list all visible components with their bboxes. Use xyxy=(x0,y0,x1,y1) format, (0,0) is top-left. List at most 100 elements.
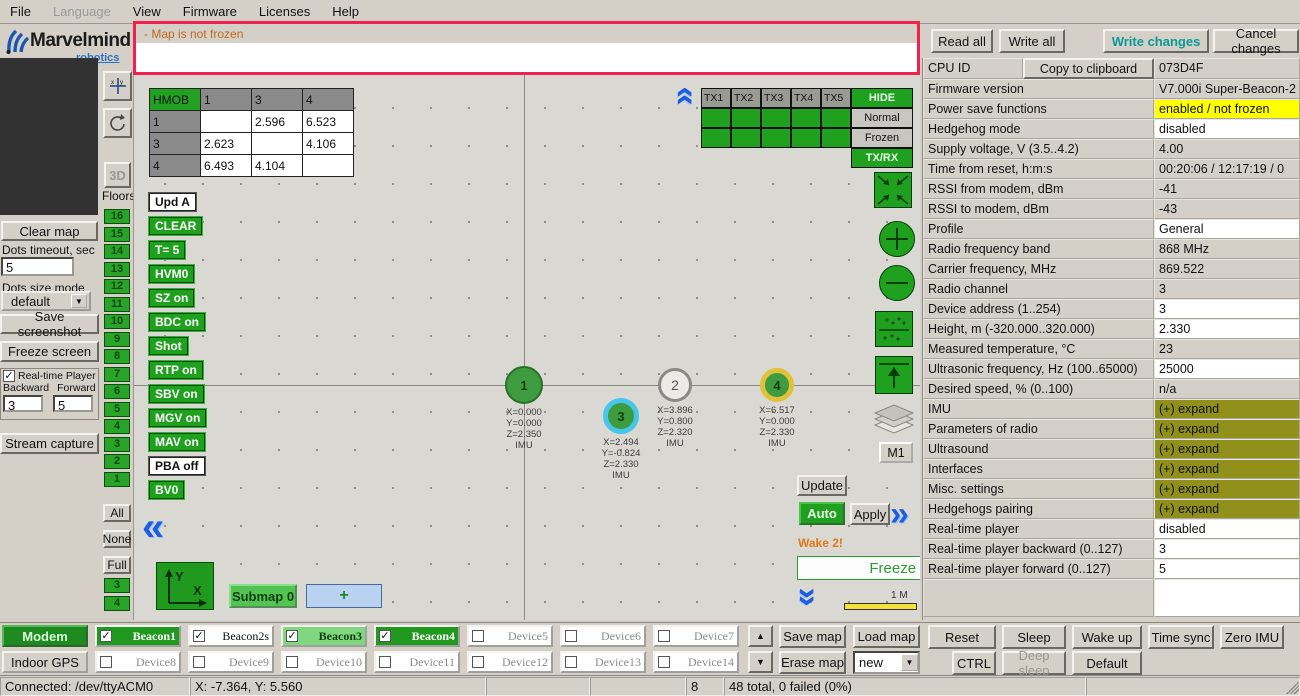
time-sync-button[interactable]: Time sync xyxy=(1148,625,1214,649)
floor-number-1[interactable]: 1 xyxy=(104,471,130,487)
bdc-on-button[interactable]: BDC on xyxy=(148,312,206,332)
device-checkbox[interactable]: ✓ xyxy=(100,630,112,642)
deep-sleep-button[interactable]: Deep sleep xyxy=(1002,648,1066,678)
sleep-button[interactable]: Sleep xyxy=(1002,625,1066,649)
floor-number-11[interactable]: 11 xyxy=(104,296,130,312)
floor-number-10[interactable]: 10 xyxy=(104,314,130,329)
param-value[interactable]: General xyxy=(1154,219,1300,239)
default-button[interactable]: Default xyxy=(1072,651,1142,675)
txrx-button[interactable]: TX/RX xyxy=(851,148,913,168)
menu-item-help[interactable]: Help xyxy=(332,4,359,19)
menu-item-file[interactable]: File xyxy=(10,4,31,19)
wake-up-button[interactable]: Wake up xyxy=(1072,625,1142,649)
bv0-button[interactable]: BV0 xyxy=(147,480,186,500)
tx-cell[interactable] xyxy=(761,108,791,128)
tx-normal-button[interactable]: Normal xyxy=(851,108,913,128)
floors-all-button[interactable]: All xyxy=(103,504,131,522)
sz-on-button[interactable]: SZ on xyxy=(147,288,196,308)
beacon-4[interactable]: 4 xyxy=(760,368,794,402)
apply-button[interactable]: Apply xyxy=(850,503,890,525)
copy-to-clipboard-button[interactable]: Copy to clipboard xyxy=(1023,58,1154,79)
scroll-up-button[interactable]: ▲ xyxy=(748,625,773,647)
axes-tool-button[interactable]: xy xyxy=(103,71,132,101)
floor-number-7[interactable]: 7 xyxy=(104,366,130,382)
chevron-right-icon[interactable]: » xyxy=(890,497,909,531)
device-checkbox[interactable]: ✓ xyxy=(193,630,205,642)
floor-number-5[interactable]: 5 xyxy=(104,401,130,417)
device-checkbox[interactable] xyxy=(658,630,670,642)
3d-view-button[interactable]: 3D xyxy=(104,162,131,188)
tx-hide-button[interactable]: HIDE xyxy=(851,88,913,108)
menu-item-language[interactable]: Language xyxy=(53,4,111,19)
device-checkbox[interactable] xyxy=(472,656,484,668)
param-value[interactable]: 869.522 xyxy=(1154,259,1300,279)
tx-cell[interactable] xyxy=(821,128,851,148)
param-value[interactable]: disabled xyxy=(1154,519,1300,539)
device-checkbox[interactable] xyxy=(193,656,205,668)
param-value[interactable]: 00:20:06 / 12:17:19 / 0 xyxy=(1154,159,1300,179)
shot-button[interactable]: Shot xyxy=(148,336,189,356)
floor-number-8[interactable]: 8 xyxy=(104,349,130,364)
device-checkbox[interactable]: ✓ xyxy=(286,630,298,642)
zoom-in-button[interactable] xyxy=(878,220,916,261)
save-map-button[interactable]: Save map xyxy=(779,625,846,648)
param-value[interactable]: V7.000i Super-Beacon-2 xyxy=(1154,79,1300,99)
chevron-left-icon[interactable]: « xyxy=(142,507,164,547)
floor-number-15[interactable]: 15 xyxy=(104,226,130,242)
device-cell-device6[interactable]: Device6 xyxy=(560,625,646,647)
add-submap-button[interactable]: + xyxy=(306,584,382,608)
device-cell-device9[interactable]: Device9 xyxy=(188,651,274,673)
device-checkbox[interactable] xyxy=(472,630,484,642)
submap-0-button[interactable]: Submap 0 xyxy=(229,584,297,608)
param-value[interactable]: (+) expand xyxy=(1154,499,1300,519)
dots-size-mode-select[interactable]: default ▼ xyxy=(1,291,91,311)
param-value[interactable]: 4.00 xyxy=(1154,139,1300,159)
t-5-button[interactable]: T= 5 xyxy=(147,240,187,260)
device-cell-device7[interactable]: Device7 xyxy=(653,625,739,647)
rotate-tool-button[interactable] xyxy=(103,108,132,138)
floor-number-13[interactable]: 13 xyxy=(104,261,130,277)
device-cell-beacon1[interactable]: ✓ Beacon1 xyxy=(95,625,181,647)
param-value[interactable]: (+) expand xyxy=(1154,459,1300,479)
param-value[interactable]: 23 xyxy=(1154,339,1300,359)
update-button[interactable]: Update xyxy=(797,475,847,496)
param-value[interactable]: enabled / not frozen xyxy=(1154,99,1300,119)
dots-timeout-input[interactable]: 5 xyxy=(1,257,74,276)
floor-number-14[interactable]: 14 xyxy=(104,244,130,259)
layers-button[interactable] xyxy=(871,403,917,440)
write-changes-button[interactable]: Write changes xyxy=(1103,29,1209,53)
floor-number-9[interactable]: 9 xyxy=(104,331,130,347)
clear-button[interactable]: CLEAR xyxy=(147,216,204,236)
device-cell-beacon2s[interactable]: ✓ Beacon2s xyxy=(188,625,274,647)
rtp-on-button[interactable]: RTP on xyxy=(148,360,204,380)
param-value[interactable]: 868 MHz xyxy=(1154,239,1300,259)
erase-map-button[interactable]: Erase map xyxy=(779,651,846,674)
fit-to-screen-button[interactable] xyxy=(874,172,912,211)
device-cell-device13[interactable]: Device13 xyxy=(560,651,646,673)
chevron-down-icon[interactable]: ▼ xyxy=(71,294,87,308)
save-screenshot-button[interactable]: Save screenshot xyxy=(0,309,99,339)
hvm0-button[interactable]: HVM0 xyxy=(147,264,196,284)
device-cell-device8[interactable]: Device8 xyxy=(95,651,181,673)
reset-button[interactable]: Reset xyxy=(928,625,996,649)
upd-a-button[interactable]: Upd A xyxy=(148,192,197,212)
tx-cell[interactable] xyxy=(701,108,731,128)
tx-cell[interactable] xyxy=(731,108,761,128)
tx-cell[interactable] xyxy=(761,128,791,148)
dots-display-button[interactable] xyxy=(875,311,913,350)
auto-button[interactable]: Auto xyxy=(799,502,845,525)
cancel-changes-button[interactable]: Cancel changes xyxy=(1213,26,1299,56)
device-checkbox[interactable] xyxy=(658,656,670,668)
beacon-1[interactable]: 1 xyxy=(505,366,543,404)
device-checkbox[interactable] xyxy=(286,656,298,668)
device-cell-beacon3[interactable]: ✓ Beacon3 xyxy=(281,625,367,647)
stream-capture-button[interactable]: Stream capture xyxy=(0,433,99,454)
m1-button[interactable]: M1 xyxy=(879,442,913,463)
scroll-down-button[interactable]: ▼ xyxy=(748,651,773,673)
freeze-submap-button[interactable]: Freeze submap xyxy=(797,556,920,580)
tx-cell[interactable] xyxy=(701,128,731,148)
floor-number-16[interactable]: 16 xyxy=(104,209,130,224)
menu-item-view[interactable]: View xyxy=(133,4,161,19)
device-cell-beacon4[interactable]: ✓ Beacon4 xyxy=(374,625,460,647)
zoom-out-button[interactable] xyxy=(878,264,916,305)
